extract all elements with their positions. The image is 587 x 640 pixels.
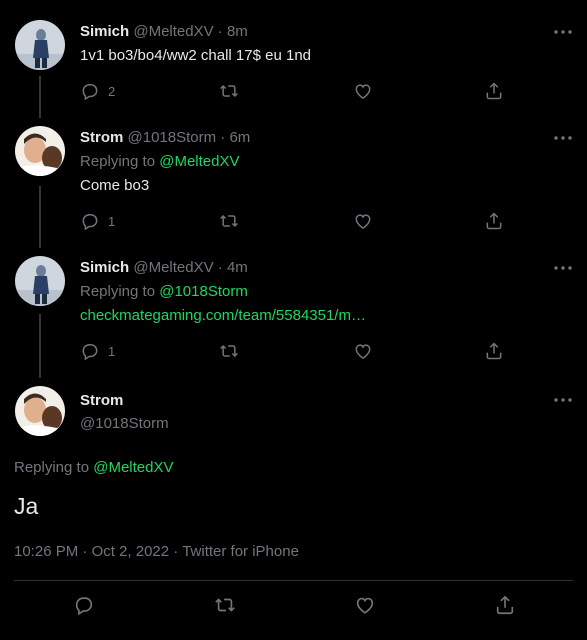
- heart-icon: [353, 341, 373, 361]
- separator: ·: [217, 259, 223, 276]
- avatar[interactable]: [15, 386, 65, 436]
- tweet-meta: 10:26 PM · Oct 2, 2022 · Twitter for iPh…: [14, 543, 299, 560]
- separator: ·: [173, 543, 179, 560]
- more-icon[interactable]: [553, 25, 573, 39]
- replying-label: Replying to: [80, 283, 156, 300]
- share-icon: [484, 81, 504, 101]
- share-button[interactable]: [484, 81, 504, 101]
- replying-to: Replying to @MeltedXV: [80, 153, 239, 170]
- avatar[interactable]: [15, 126, 65, 176]
- separator: ·: [82, 543, 88, 560]
- retweet-icon: [219, 81, 239, 101]
- retweet-button[interactable]: [219, 81, 239, 101]
- tweet-actions: 2: [80, 81, 520, 101]
- share-button[interactable]: [494, 594, 516, 616]
- heart-icon: [353, 81, 373, 101]
- handle[interactable]: @1018Storm: [80, 415, 169, 432]
- separator: ·: [217, 23, 223, 40]
- retweet-button[interactable]: [219, 341, 239, 361]
- like-button[interactable]: [354, 594, 376, 616]
- mention-link[interactable]: @1018Storm: [159, 283, 248, 300]
- tweet-header: Simich @MeltedXV · 4m: [80, 259, 248, 276]
- reply-button[interactable]: [73, 594, 95, 616]
- post-time[interactable]: 10:26 PM: [14, 543, 78, 560]
- display-name[interactable]: Simich: [80, 23, 129, 40]
- thread-tweet[interactable]: Strom @1018Storm · 6m Replying to @Melte…: [0, 120, 587, 250]
- post-source: Twitter for iPhone: [182, 543, 299, 560]
- share-icon: [484, 211, 504, 231]
- mention-link[interactable]: @MeltedXV: [93, 459, 173, 476]
- replying-label: Replying to: [80, 153, 156, 170]
- heart-icon: [353, 211, 373, 231]
- handle[interactable]: @MeltedXV: [133, 23, 213, 40]
- share-icon: [484, 341, 504, 361]
- thread-tweet[interactable]: Simich @MeltedXV · 4m Replying to @1018S…: [0, 250, 587, 380]
- reply-button[interactable]: 1: [80, 211, 115, 231]
- more-icon[interactable]: [553, 393, 573, 407]
- replying-to: Replying to @MeltedXV: [14, 459, 173, 476]
- tweet-header: Strom @1018Storm · 6m: [80, 129, 250, 146]
- more-icon[interactable]: [553, 261, 573, 275]
- timestamp[interactable]: 6m: [229, 129, 250, 146]
- separator: ·: [220, 129, 226, 146]
- share-button[interactable]: [484, 211, 504, 231]
- divider: [14, 580, 573, 581]
- more-icon[interactable]: [553, 131, 573, 145]
- display-name[interactable]: Simich: [80, 259, 129, 276]
- tweet-text: 1v1 bo3/bo4/ww2 chall 17$ eu 1nd: [80, 47, 312, 64]
- display-name[interactable]: Strom: [80, 392, 123, 409]
- share-button[interactable]: [484, 341, 504, 361]
- handle[interactable]: @1018Storm: [128, 129, 217, 146]
- thread-tweet[interactable]: Simich @MeltedXV · 8m 1v1 bo3/bo4/ww2 ch…: [0, 0, 587, 120]
- handle[interactable]: @MeltedXV: [133, 259, 213, 276]
- reply-count: 1: [108, 343, 116, 359]
- tweet-text: Come bo3: [80, 177, 150, 194]
- like-button[interactable]: [353, 211, 373, 231]
- reply-count: 2: [108, 83, 116, 99]
- retweet-icon: [219, 211, 239, 231]
- mention-link[interactable]: @MeltedXV: [159, 153, 239, 170]
- display-name[interactable]: Strom: [80, 129, 123, 146]
- main-tweet-actions: [0, 594, 587, 620]
- retweet-icon: [214, 594, 236, 616]
- reply-icon: [73, 594, 95, 616]
- like-button[interactable]: [353, 81, 373, 101]
- retweet-button[interactable]: [219, 211, 239, 231]
- heart-icon: [354, 594, 376, 616]
- tweet-header: Simich @MeltedXV · 8m: [80, 23, 248, 40]
- reply-count: 1: [108, 213, 116, 229]
- reply-icon: [80, 81, 100, 101]
- replying-to: Replying to @1018Storm: [80, 283, 248, 300]
- tweet-text: Ja: [14, 493, 39, 519]
- timestamp[interactable]: 8m: [227, 23, 248, 40]
- post-date[interactable]: Oct 2, 2022: [92, 543, 170, 560]
- avatar[interactable]: [15, 20, 65, 70]
- tweet-actions: 1: [80, 211, 520, 231]
- reply-button[interactable]: 2: [80, 81, 115, 101]
- retweet-icon: [219, 341, 239, 361]
- reply-icon: [80, 211, 100, 231]
- tweet-link[interactable]: checkmategaming.com/team/5584351/m…: [80, 307, 366, 324]
- avatar[interactable]: [15, 256, 65, 306]
- retweet-button[interactable]: [214, 594, 236, 616]
- reply-icon: [80, 341, 100, 361]
- share-icon: [494, 594, 516, 616]
- tweet-actions: 1: [80, 341, 520, 361]
- replying-label: Replying to: [14, 459, 90, 476]
- timestamp[interactable]: 4m: [227, 259, 248, 276]
- like-button[interactable]: [353, 341, 373, 361]
- reply-button[interactable]: 1: [80, 341, 115, 361]
